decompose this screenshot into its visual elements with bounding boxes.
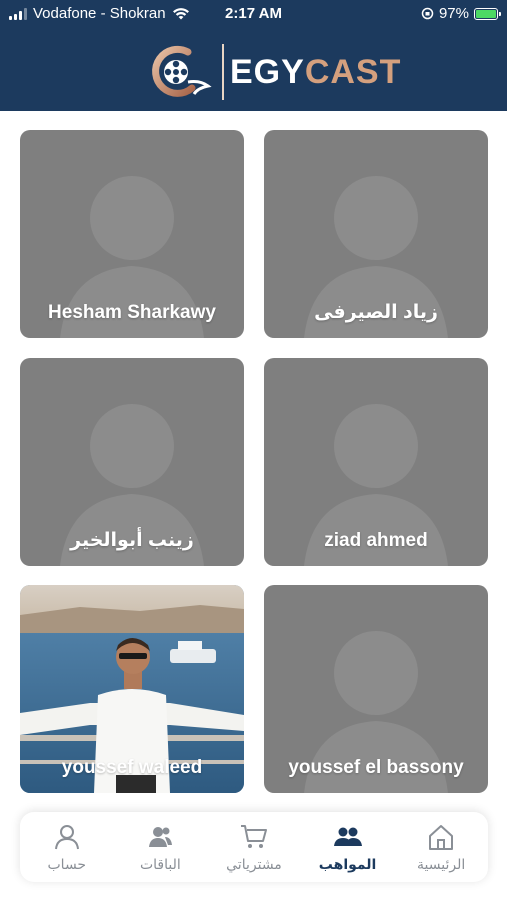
- status-bar: Vodafone - Shokran 2:17 AM 97%: [0, 0, 507, 30]
- film-reel-icon: [152, 45, 212, 97]
- status-right: 97%: [421, 5, 501, 22]
- talent-name: youssef waleed: [61, 757, 203, 778]
- battery-percent: 97%: [438, 5, 469, 22]
- talent-card[interactable]: youssef waleed: [20, 585, 244, 793]
- app-header: Vodafone - Shokran 2:17 AM 97% EGY CAST: [0, 0, 507, 111]
- nav-label: المواهب: [318, 855, 377, 872]
- talent-name: زينب أبوالخير: [70, 530, 194, 551]
- talent-card[interactable]: youssef el bassony: [264, 585, 488, 793]
- talent-name: youssef el bassony: [288, 757, 464, 778]
- talent-name: Hesham Sharkawy: [48, 302, 216, 323]
- nav-label: الرئيسية: [417, 855, 466, 872]
- nav-home[interactable]: الرئيسية: [394, 812, 488, 882]
- bottom-nav: حساب الباقات مشترياتي المواهب الرئيسية: [20, 812, 488, 882]
- nav-talents[interactable]: المواهب: [301, 812, 395, 882]
- nav-account[interactable]: حساب: [20, 812, 114, 882]
- talent-name: ziad ahmed: [324, 530, 428, 551]
- logo-divider: [222, 44, 224, 100]
- home-icon: [429, 824, 454, 850]
- orientation-lock-icon: [421, 7, 434, 20]
- nav-label: حساب: [47, 855, 87, 872]
- talent-card[interactable]: زينب أبوالخير: [20, 358, 244, 566]
- battery-icon: [474, 7, 501, 20]
- nav-label: الباقات: [139, 855, 181, 872]
- talents-icon: [333, 827, 362, 846]
- logo-wordmark: EGY CAST: [230, 53, 401, 92]
- logo-cast: CAST: [304, 52, 402, 91]
- packages-icon: [149, 826, 173, 847]
- talent-card[interactable]: زياد الصيرفى: [264, 130, 488, 338]
- person-icon: [54, 824, 79, 849]
- talent-name: زياد الصيرفى: [314, 302, 438, 323]
- nav-purchases[interactable]: مشترياتي: [207, 812, 301, 882]
- talent-card[interactable]: Hesham Sharkawy: [20, 130, 244, 338]
- logo-egy: EGY: [230, 52, 305, 91]
- cart-icon: [240, 824, 267, 848]
- nav-packages[interactable]: الباقات: [114, 812, 208, 882]
- nav-label: مشترياتي: [226, 855, 282, 872]
- talent-card[interactable]: ziad ahmed: [264, 358, 488, 566]
- app-logo: EGY CAST: [148, 42, 401, 102]
